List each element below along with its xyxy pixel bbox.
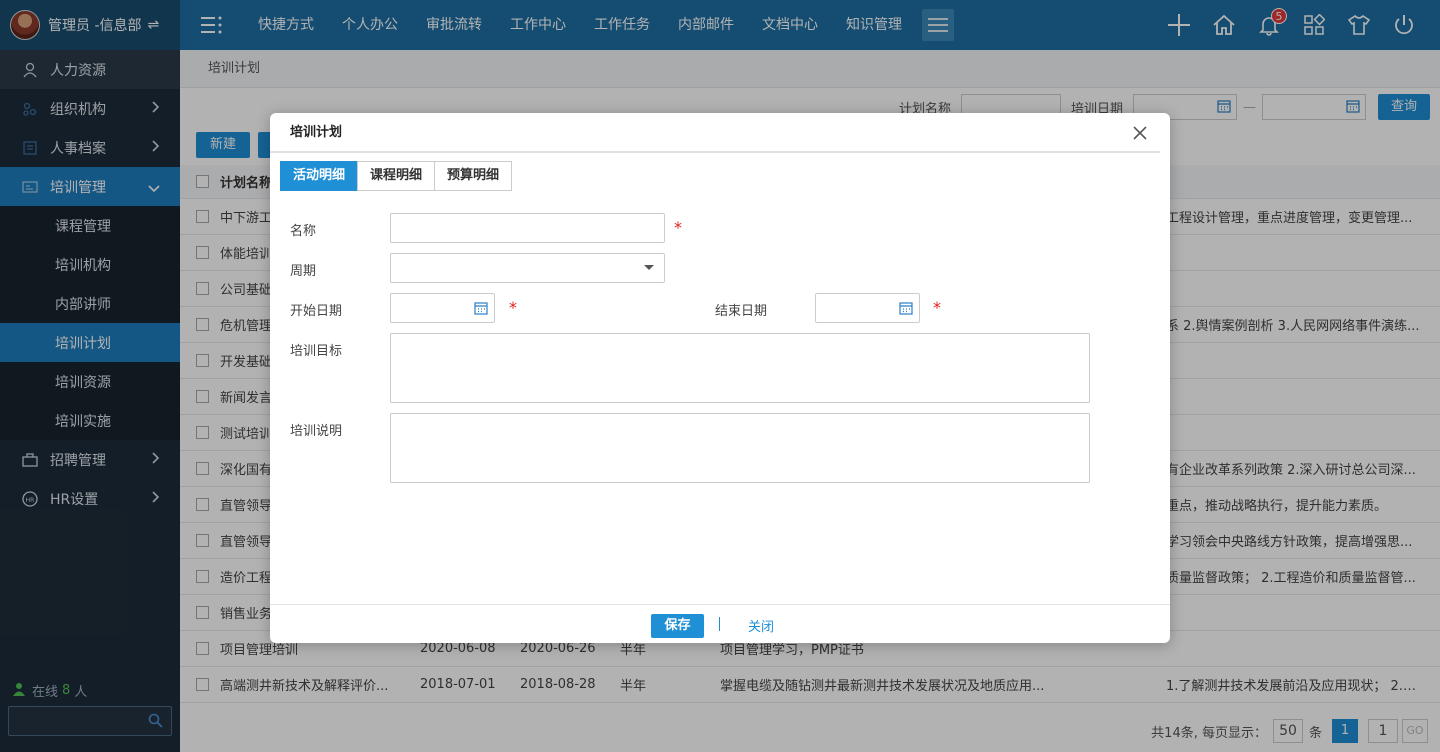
calendar-icon[interactable] xyxy=(899,301,913,319)
required-mark: * xyxy=(933,298,941,317)
tab-activity-details[interactable]: 活动明细 xyxy=(280,161,359,191)
chevron-down-icon xyxy=(644,265,654,270)
goal-textarea[interactable] xyxy=(390,333,1090,403)
save-button[interactable]: 保存 xyxy=(651,614,704,638)
required-mark: * xyxy=(509,298,517,317)
goal-label: 培训目标 xyxy=(290,344,343,359)
dialog-title: 培训计划 xyxy=(270,113,1160,153)
cycle-select[interactable] xyxy=(390,253,665,283)
calendar-icon[interactable] xyxy=(474,301,488,319)
end-date-input[interactable] xyxy=(815,293,920,323)
name-input[interactable] xyxy=(390,213,665,243)
description-textarea[interactable] xyxy=(390,413,1090,483)
tab-course-details[interactable]: 课程明细 xyxy=(357,161,436,191)
name-label: 名称 xyxy=(290,224,317,239)
dialog-footer: 保存 关闭 xyxy=(270,604,1170,643)
dialog-tabs: 活动明细 课程明细 预算明细 xyxy=(280,161,513,191)
end-date-label: 结束日期 xyxy=(715,304,768,319)
start-date-input[interactable] xyxy=(390,293,495,323)
tab-budget-details[interactable]: 预算明细 xyxy=(434,161,513,191)
training-plan-dialog: 培训计划 活动明细 课程明细 预算明细 名称 * 周期 开始日期 * 结束日期 … xyxy=(270,113,1170,643)
footer-divider xyxy=(719,617,720,631)
close-button[interactable]: 关闭 xyxy=(748,616,774,635)
start-date-label: 开始日期 xyxy=(290,304,343,319)
cycle-label: 周期 xyxy=(290,264,317,279)
description-label: 培训说明 xyxy=(290,424,343,439)
close-icon[interactable] xyxy=(1128,121,1152,145)
required-mark: * xyxy=(674,218,682,237)
